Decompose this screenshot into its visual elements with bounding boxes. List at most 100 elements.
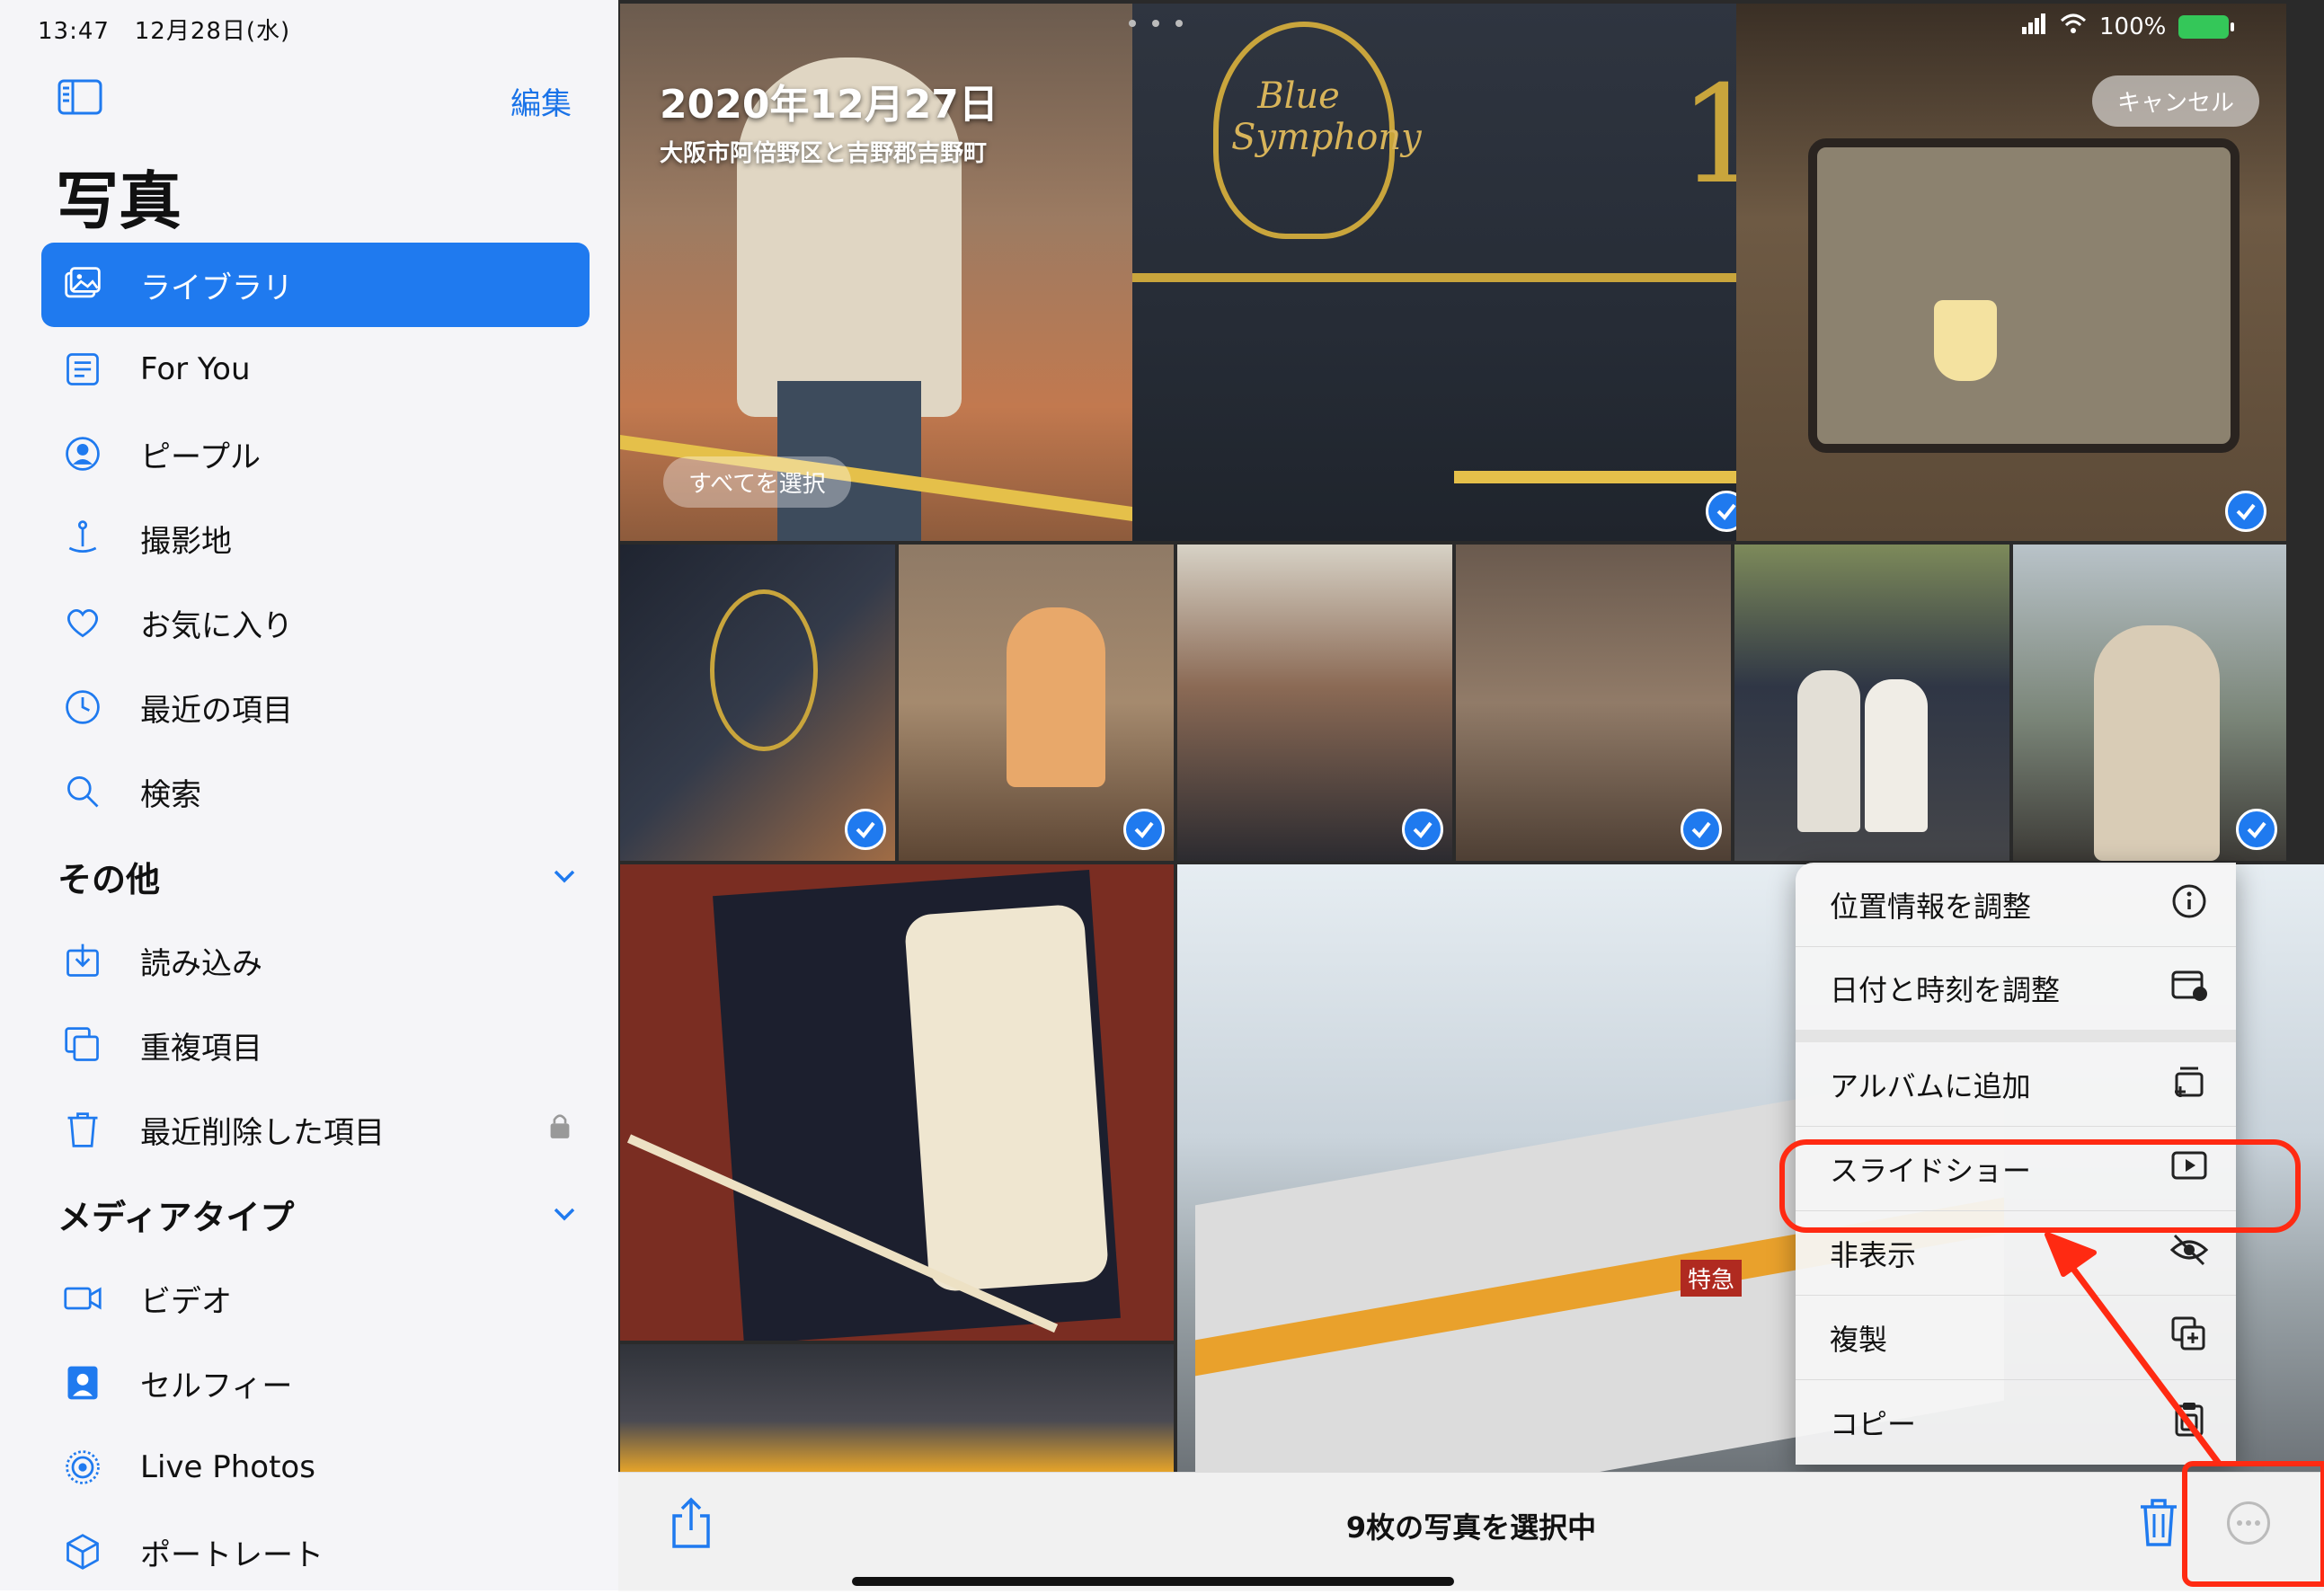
photo-person — [1007, 607, 1105, 787]
photo-tile[interactable]: Blue Symphony — [1132, 4, 1454, 541]
trash-icon[interactable] — [2137, 1496, 2180, 1548]
library-icon — [61, 263, 104, 306]
photo-tile[interactable] — [899, 545, 1174, 861]
menu-item-label: コピー — [1830, 1407, 1917, 1441]
photo-tile[interactable] — [620, 545, 895, 861]
section-header-other[interactable]: その他 — [41, 834, 590, 918]
sidebar-item-label: 重複項目 — [140, 1030, 262, 1067]
trash-icon — [61, 1108, 104, 1151]
edit-button[interactable]: 編集 — [510, 79, 572, 123]
sidebar-item-label: ポートレート — [140, 1536, 324, 1573]
info-icon — [2169, 881, 2209, 928]
location-label: 大阪市阿倍野区と吉野郡吉野町 — [660, 140, 988, 167]
menu-item-copy[interactable]: コピー — [1796, 1380, 2236, 1465]
sidebar-item-people[interactable]: ピープル — [41, 412, 590, 496]
sidebar-item-places[interactable]: 撮影地 — [41, 496, 590, 580]
status-time-date: 13:47 12月28日(水) — [38, 13, 290, 46]
sidebar-toggle-icon[interactable] — [58, 79, 102, 115]
lock-icon — [548, 1111, 572, 1148]
for-you-icon — [61, 348, 104, 391]
clock-icon — [61, 686, 104, 729]
sidebar-item-label: For You — [140, 351, 251, 387]
calendar-icon — [2169, 965, 2209, 1012]
photo-tile[interactable] — [620, 1344, 1174, 1472]
chevron-down-icon — [548, 860, 581, 892]
check-icon — [1123, 809, 1165, 850]
multitask-dots[interactable] — [1129, 20, 1183, 27]
sidebar-item-label: 検索 — [140, 776, 201, 813]
sidebar-title: 写真 — [56, 164, 182, 238]
sidebar-item-label: お気に入り — [140, 607, 293, 644]
sidebar-item-videos[interactable]: ビデオ — [41, 1256, 590, 1341]
sidebar-item-portrait[interactable]: ポートレート — [41, 1510, 590, 1594]
status-indicators: 100% — [2020, 13, 2235, 40]
heart-icon — [61, 601, 104, 644]
signal-icon — [2020, 13, 2047, 40]
photo-train-text: Blue Symphony — [1231, 75, 1422, 158]
import-icon — [61, 939, 104, 982]
photo-person — [1865, 679, 1928, 832]
battery-percent: 100% — [2099, 13, 2167, 40]
photo-tile[interactable] — [1734, 545, 2009, 861]
photo-gold-stripe — [1454, 273, 1761, 282]
cancel-button[interactable]: キャンセル — [2092, 75, 2260, 127]
sidebar-item-library[interactable]: ライブラリ — [41, 243, 590, 327]
photo-train-emblem — [710, 589, 818, 751]
sidebar-item-label: Live Photos — [140, 1449, 315, 1485]
sidebar-item-duplicates[interactable]: 重複項目 — [41, 1003, 590, 1087]
sidebar-item-label: 撮影地 — [140, 523, 232, 560]
section-header-media-types[interactable]: メディアタイプ — [41, 1172, 590, 1256]
sidebar-item-for-you[interactable]: For You — [41, 327, 590, 412]
search-icon — [61, 770, 104, 813]
highlight-more-button — [2182, 1461, 2324, 1587]
menu-item-label: 非表示 — [1830, 1237, 1917, 1272]
menu-item-label: アルバムに追加 — [1830, 1068, 2031, 1103]
photo-tile[interactable] — [2013, 545, 2286, 861]
menu-item-label: 複製 — [1830, 1322, 1888, 1357]
sidebar-item-imports[interactable]: 読み込み — [41, 918, 590, 1003]
section-title: その他 — [58, 859, 161, 899]
sidebar-item-selfies[interactable]: セルフィー — [41, 1341, 590, 1425]
sidebar-item-recently-deleted[interactable]: 最近削除した項目 — [41, 1087, 590, 1172]
status-time: 13:47 — [38, 18, 110, 45]
photo-window — [1808, 138, 2240, 453]
sidebar: 13:47 12月28日(水) 編集 写真 ライブラリ For You ピープル… — [0, 0, 618, 1590]
photo-noodles — [903, 903, 1110, 1293]
status-date: 12月28日(水) — [134, 18, 291, 45]
photo-tile[interactable]: 1 — [1454, 4, 1761, 541]
sidebar-item-favorites[interactable]: お気に入り — [41, 580, 590, 665]
sidebar-item-label: セルフィー — [140, 1368, 293, 1404]
highlight-slideshow — [1779, 1139, 2301, 1233]
sidebar-item-live-photos[interactable]: Live Photos — [41, 1425, 590, 1510]
people-icon — [61, 432, 104, 475]
section-title: メディアタイプ — [58, 1197, 295, 1237]
menu-item-adjust-location[interactable]: 位置情報を調整 — [1796, 863, 2236, 947]
sidebar-item-recents[interactable]: 最近の項目 — [41, 665, 590, 749]
selection-status: 9枚の写真を選択中 — [1345, 1510, 1597, 1545]
photo-train-sign: 特急 — [1681, 1260, 1743, 1297]
sidebar-item-label: ライブラリ — [140, 270, 293, 306]
menu-item-duplicate[interactable]: 複製 — [1796, 1296, 2236, 1380]
photo-tile[interactable] — [620, 864, 1174, 1341]
selfie-icon — [61, 1361, 104, 1404]
menu-item-label: 位置情報を調整 — [1830, 889, 2032, 924]
menu-item-adjust-date-time[interactable]: 日付と時刻を調整 — [1796, 947, 2236, 1042]
chevron-down-icon — [548, 1198, 581, 1230]
portrait-icon — [61, 1530, 104, 1573]
photo-lamp — [1934, 300, 1997, 381]
check-icon — [2236, 809, 2277, 850]
sidebar-item-label: 最近削除した項目 — [140, 1114, 385, 1151]
select-all-button[interactable]: すべてを選択 — [663, 456, 851, 508]
video-icon — [61, 1277, 104, 1320]
sidebar-item-label: ピープル — [140, 438, 261, 475]
photo-tile[interactable] — [1177, 545, 1452, 861]
photo-tile[interactable] — [1456, 545, 1731, 861]
places-icon — [61, 517, 104, 560]
date-title: 2020年12月27日 — [660, 82, 998, 128]
battery-icon — [2178, 14, 2235, 39]
sidebar-item-label: 読み込み — [140, 945, 262, 982]
sidebar-item-search[interactable]: 検索 — [41, 749, 590, 834]
photo-person — [2094, 625, 2220, 861]
menu-item-add-to-album[interactable]: アルバムに追加 — [1796, 1042, 2236, 1127]
check-icon — [845, 809, 886, 850]
